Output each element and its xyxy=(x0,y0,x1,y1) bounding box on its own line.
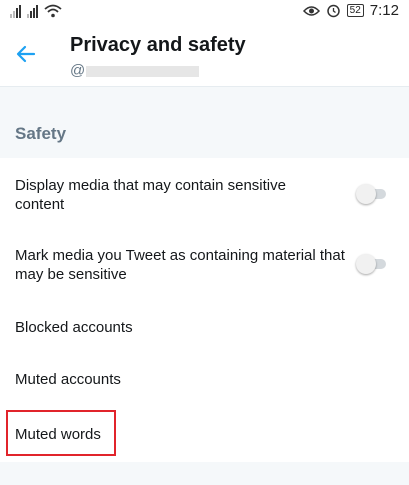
toggle-knob xyxy=(356,254,376,274)
setting-muted-accounts[interactable]: Muted accounts xyxy=(0,354,409,408)
signal-indicators xyxy=(10,4,62,18)
page-title: Privacy and safety xyxy=(70,34,246,56)
setting-blocked-accounts[interactable]: Blocked accounts xyxy=(0,302,409,354)
back-arrow-icon[interactable] xyxy=(14,42,38,66)
alarm-icon xyxy=(326,4,340,18)
sensitive-media-toggle[interactable] xyxy=(356,184,388,204)
section-header: Safety xyxy=(0,112,409,158)
battery-icon: 52 xyxy=(346,4,364,17)
setting-label: Muted accounts xyxy=(15,371,121,388)
redacted-username xyxy=(86,65,200,77)
status-bar: 52 7:12 xyxy=(0,0,409,24)
status-time: 7:12 xyxy=(369,2,399,19)
setting-label: Mark media you Tweet as containing mater… xyxy=(15,247,345,283)
mark-media-toggle[interactable] xyxy=(356,254,388,274)
wifi-icon xyxy=(44,4,62,18)
toggle-knob xyxy=(356,184,376,204)
eye-icon xyxy=(302,5,320,16)
signal-icon xyxy=(27,4,38,18)
highlight-box xyxy=(6,410,116,456)
app-header: Privacy and safety @ xyxy=(0,24,409,86)
setting-sensitive-media[interactable]: Display media that may contain sensitive… xyxy=(0,158,409,230)
signal-icon xyxy=(10,4,21,18)
section-spacer xyxy=(0,86,409,113)
setting-mark-media[interactable]: Mark media you Tweet as containing mater… xyxy=(0,230,409,302)
handle-prefix: @ xyxy=(70,62,86,79)
bottom-spacer xyxy=(0,462,409,485)
setting-label: Blocked accounts xyxy=(15,319,133,336)
section-title: Safety xyxy=(15,124,67,143)
account-handle: @ xyxy=(70,62,200,79)
status-right: 52 7:12 xyxy=(302,2,399,19)
setting-label: Display media that may contain sensitive… xyxy=(15,177,286,213)
